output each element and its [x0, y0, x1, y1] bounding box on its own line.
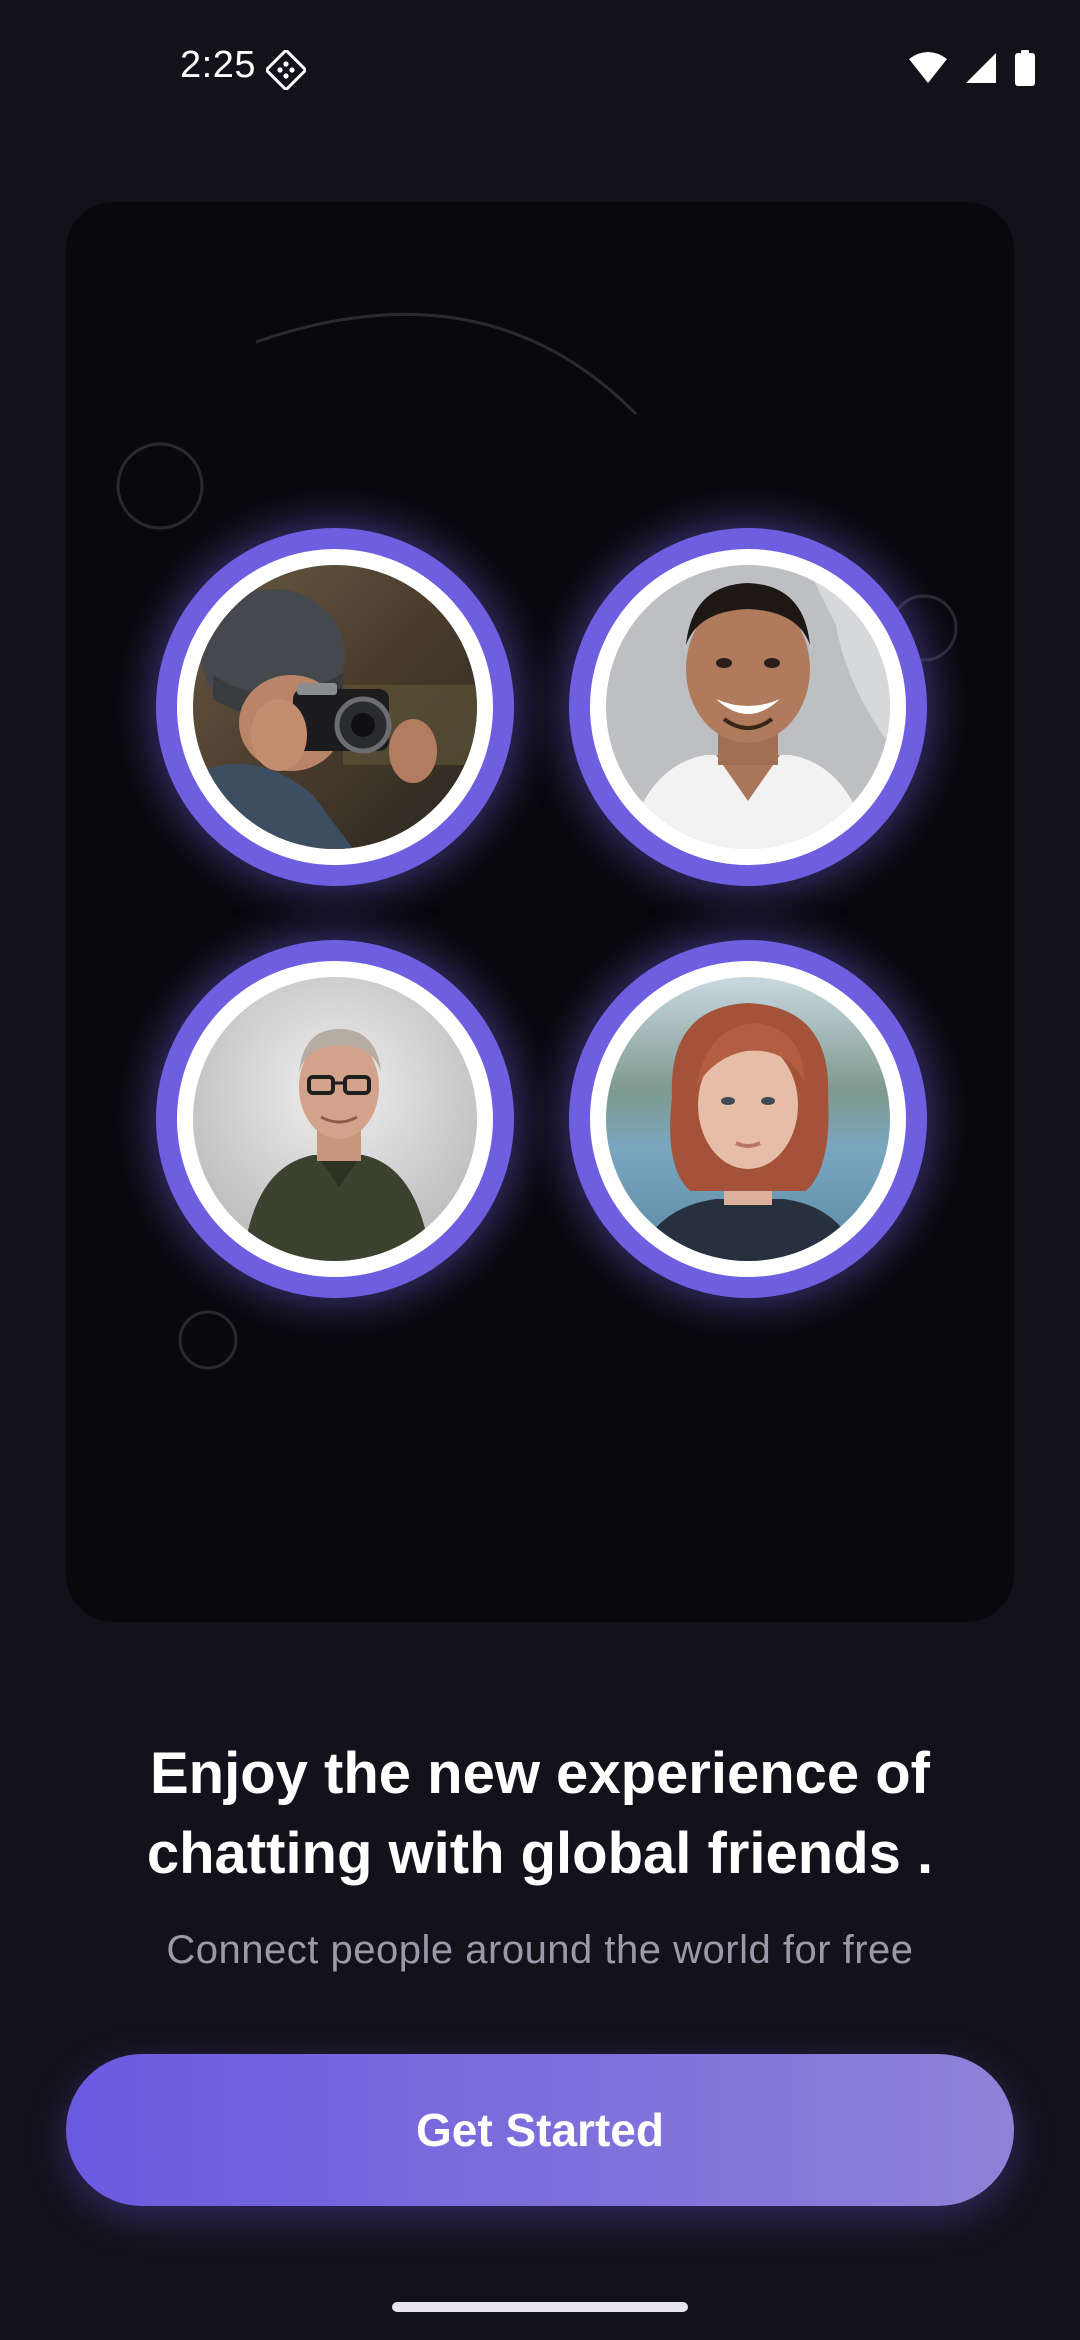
decorative-shapes	[116, 312, 958, 1370]
get-started-button[interactable]: Get Started	[66, 2054, 1014, 2206]
avatar-ring-smiling-man	[569, 528, 927, 886]
sim-toolkit-icon	[264, 48, 308, 92]
hero-card	[66, 202, 1014, 1622]
status-time: 2:25	[180, 44, 256, 86]
home-indicator[interactable]	[392, 2302, 688, 2312]
battery-icon	[1014, 49, 1036, 91]
headline-line-1: Enjoy the new experience of	[150, 1741, 930, 1806]
subtitle: Connect people around the world for free	[166, 1928, 914, 1972]
avatar-ring-photographer	[156, 528, 514, 886]
status-icons	[908, 49, 1036, 91]
signal-icon	[964, 51, 998, 90]
avatar-man-glasses	[193, 977, 477, 1261]
status-bar: 2:25	[0, 0, 1080, 140]
avatar-red-hair-woman	[606, 977, 890, 1261]
wifi-icon	[908, 51, 948, 90]
avatar-smiling-man	[606, 565, 890, 849]
headline: Enjoy the new experience of chatting wit…	[60, 1734, 1020, 1894]
avatar-ring-man-glasses	[156, 940, 514, 1298]
headline-line-2: chatting with global friends .	[146, 1821, 934, 1886]
avatar-photographer	[193, 565, 477, 849]
avatar-ring-red-hair-woman	[569, 940, 927, 1298]
